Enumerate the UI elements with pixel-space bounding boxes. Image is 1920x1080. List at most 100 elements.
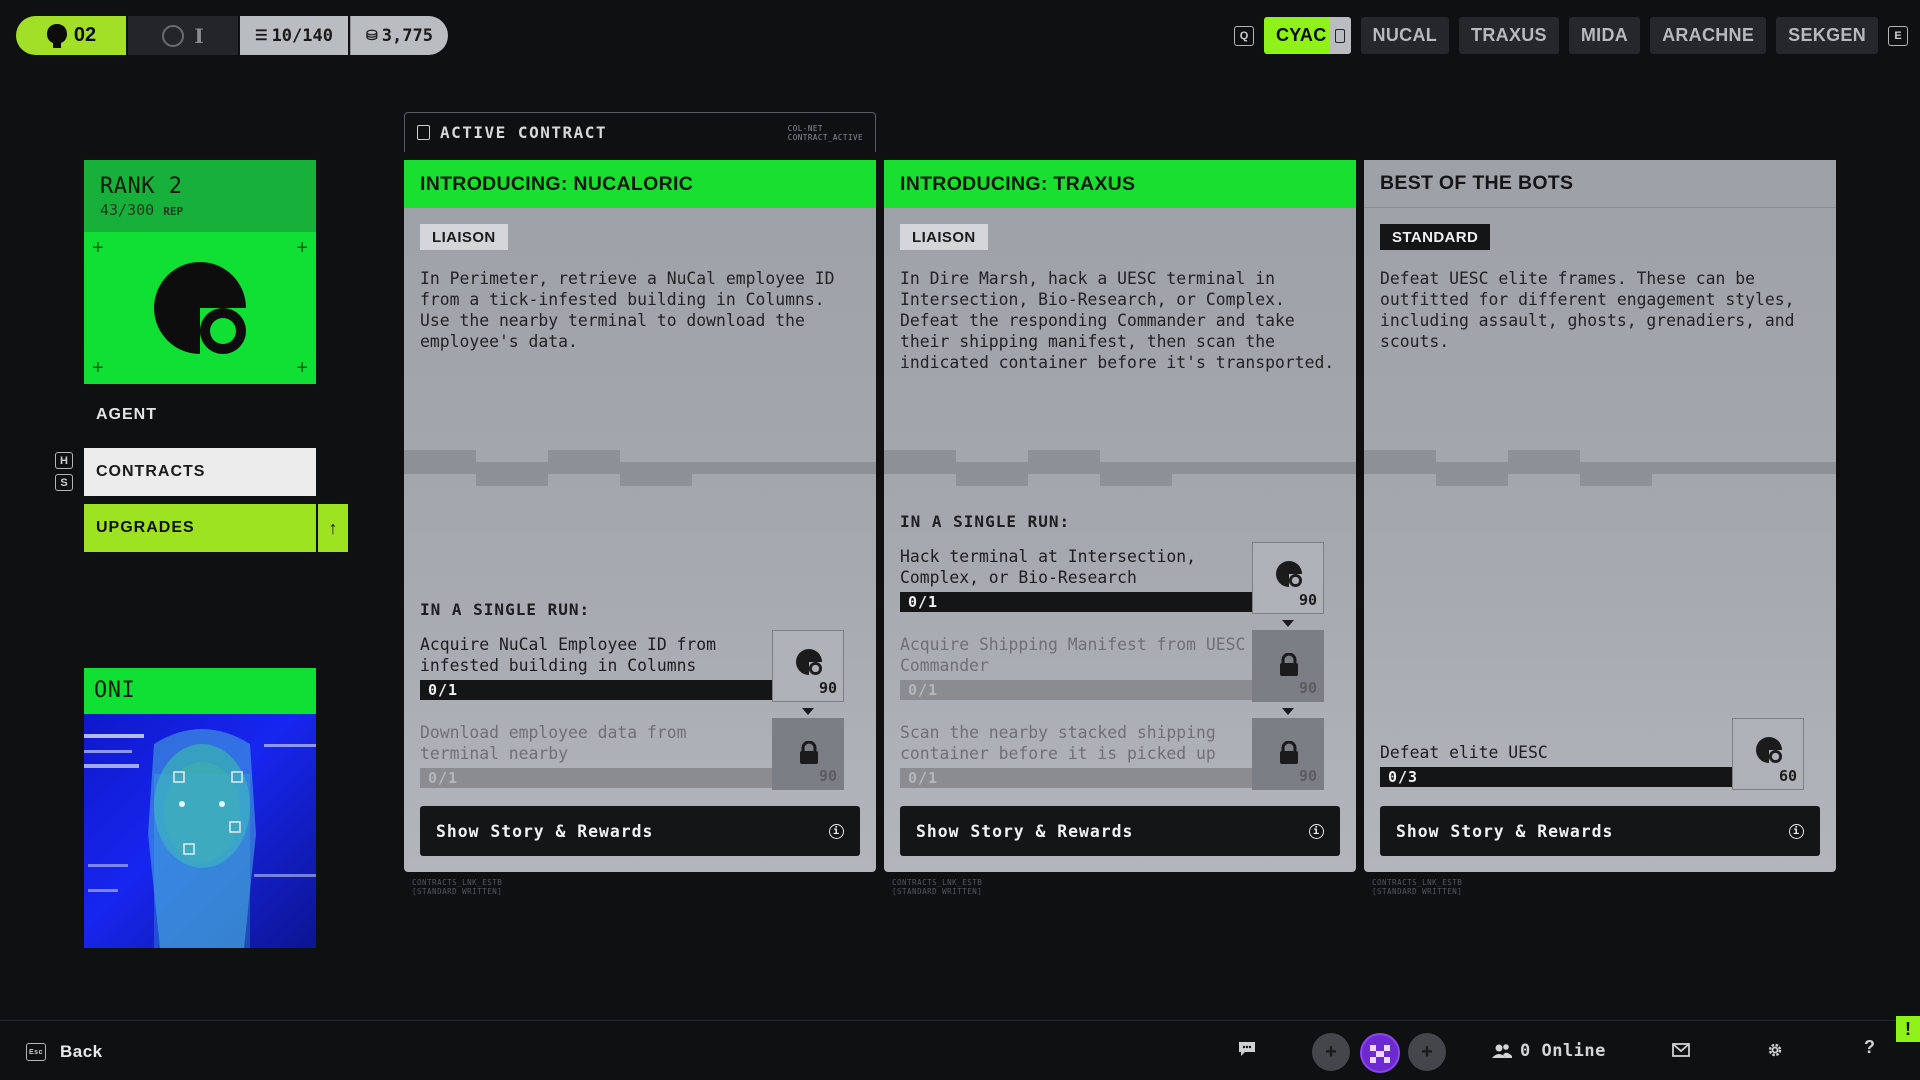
add-party-slot-button[interactable]: +: [1408, 1033, 1446, 1071]
divider-stripe: [1364, 450, 1836, 486]
contract-description: Defeat UESC elite frames. These can be o…: [1380, 269, 1795, 351]
show-story-rewards-button[interactable]: Show Story & Rewards i: [1380, 806, 1820, 856]
objective-text: Scan the nearby stacked shipping contain…: [900, 723, 1216, 763]
active-contract-tab[interactable]: ACTIVE CONTRACT COL-NET CONTRACT_ACTIVE: [404, 112, 876, 152]
faction-rep-icon: [1276, 561, 1302, 587]
empty-slot-icon: [162, 24, 185, 47]
faction-detail-icon[interactable]: [1328, 17, 1351, 54]
faction-tab-cyac[interactable]: CYAC: [1263, 17, 1339, 54]
next-faction-key[interactable]: E: [1888, 25, 1908, 46]
level-value: 02: [73, 24, 97, 46]
top-status-bar: 02 I ☰ 10/140 ⛁ 3,775: [16, 16, 448, 55]
faction-rep-icon: [1756, 737, 1782, 763]
help-icon[interactable]: ?: [1864, 1037, 1875, 1058]
agent-portrait-art: [84, 729, 316, 948]
reward-value: 90: [818, 767, 837, 785]
reward-value: 90: [818, 679, 837, 697]
inventory-pill[interactable]: ☰ 10/140: [240, 16, 348, 55]
footer-line-2: [STANDARD WRITTEN]: [412, 887, 503, 896]
contract-icon: [417, 125, 430, 140]
player-avatar[interactable]: [1360, 1033, 1400, 1073]
upgrades-arrow-icon[interactable]: ↑: [316, 504, 348, 552]
nav-contracts[interactable]: CONTRACTS: [84, 448, 316, 496]
esc-key: Esc: [26, 1043, 46, 1061]
currency-pill[interactable]: ⛁ 3,775: [350, 16, 448, 55]
corner-plus-icon: +: [92, 357, 104, 379]
faction-tab-arachne[interactable]: ARACHNE: [1650, 17, 1767, 54]
section-label: IN A SINGLE RUN:: [900, 512, 1071, 531]
reward-tile-locked[interactable]: 90: [772, 718, 844, 790]
reward-value: 90: [1298, 767, 1317, 785]
lock-icon: [1280, 653, 1298, 676]
faction-tab-traxus[interactable]: TRAXUS: [1459, 17, 1559, 54]
info-icon: i: [1789, 824, 1804, 839]
slot-label: I: [194, 23, 204, 48]
contract-card-best-of-the-bots[interactable]: BEST OF THE BOTS STANDARD Defeat UESC el…: [1364, 160, 1836, 872]
objective-progress: 0/1: [900, 680, 1252, 700]
objective-progress: 0/1: [900, 592, 1252, 612]
card-footer: CONTRACTS_LNK_ESTB [STANDARD WRITTEN]: [1372, 878, 1462, 896]
chat-icon[interactable]: [1238, 1041, 1256, 1057]
friends-icon: [1492, 1044, 1512, 1058]
nav-agent[interactable]: AGENT: [96, 406, 157, 424]
footer-line-2: [STANDARD WRITTEN]: [892, 887, 983, 896]
faction-tab-sekgen[interactable]: SEKGEN: [1776, 17, 1878, 54]
agent-card-oni[interactable]: ONI: [84, 668, 316, 948]
active-contract-label: ACTIVE CONTRACT: [440, 123, 607, 142]
corner-plus-icon: +: [296, 237, 308, 259]
show-story-rewards-button[interactable]: Show Story & Rewards i: [420, 806, 860, 856]
contract-card-traxus[interactable]: INTRODUCING: TRAXUS LIAISON In Dire Mars…: [884, 160, 1356, 872]
reward-tile-locked[interactable]: 90: [1252, 718, 1324, 790]
reward-tile[interactable]: 60: [1732, 718, 1804, 790]
footer-line-1: CONTRACTS_LNK_ESTB: [1372, 878, 1463, 887]
active-contract-meta: COL-NET CONTRACT_ACTIVE: [788, 124, 863, 142]
button-label: Show Story & Rewards: [916, 821, 1134, 841]
inventory-icon: ☰: [255, 27, 268, 44]
plus-icon: +: [1421, 1040, 1433, 1063]
info-icon: i: [829, 824, 844, 839]
online-count: 0 Online: [1520, 1041, 1606, 1061]
agent-head-icon: [46, 23, 67, 48]
faction-tab-nucal[interactable]: NUCAL: [1360, 17, 1450, 54]
prev-faction-key[interactable]: Q: [1233, 25, 1254, 46]
hotkey-h: H: [55, 452, 73, 469]
loadout-slot-pill[interactable]: I: [128, 16, 238, 55]
reward-tile[interactable]: 90: [772, 630, 844, 702]
meta-line-2: CONTRACT_ACTIVE: [787, 132, 863, 142]
card-footer: CONTRACTS_LNK_ESTB [STANDARD WRITTEN]: [892, 878, 982, 896]
faction-tab-mida[interactable]: MIDA: [1568, 17, 1641, 54]
footer-line-1: CONTRACTS_LNK_ESTB: [412, 878, 503, 887]
nav-upgrades[interactable]: UPGRADES: [84, 504, 316, 552]
reward-tile[interactable]: 90: [1252, 542, 1324, 614]
reward-tile-locked[interactable]: 90: [1252, 630, 1324, 702]
gear-icon[interactable]: [1766, 1041, 1784, 1059]
section-label: IN A SINGLE RUN:: [420, 600, 591, 619]
mail-icon[interactable]: [1672, 1043, 1690, 1057]
hotkey-s: S: [55, 474, 73, 491]
contract-badge: LIAISON: [420, 224, 508, 250]
online-friends[interactable]: 0 Online: [1492, 1041, 1606, 1061]
contract-card-nucaloric[interactable]: INTRODUCING: NUCALORIC LIAISON In Perime…: [404, 160, 876, 872]
level-pill[interactable]: 02: [16, 16, 126, 55]
show-story-rewards-button[interactable]: Show Story & Rewards i: [900, 806, 1340, 856]
reward-value: 90: [1298, 679, 1317, 697]
credits-icon: ⛁: [366, 27, 378, 44]
contract-title: BEST OF THE BOTS: [1364, 160, 1836, 208]
rank-rep-unit: REP: [163, 205, 184, 218]
footer-line-2: [STANDARD WRITTEN]: [1372, 887, 1463, 896]
objective-text: Acquire NuCal Employee ID from infested …: [420, 635, 717, 675]
rank-card[interactable]: RANK 2 43/300 REP + + + +: [84, 160, 316, 384]
chevron-down-icon: [1282, 708, 1294, 715]
cyac-logo-icon: [154, 262, 246, 354]
back-label: Back: [60, 1042, 103, 1061]
faction-logo-area: + + + +: [84, 232, 316, 384]
back-button[interactable]: Esc Back: [26, 1042, 103, 1062]
alert-icon[interactable]: !: [1896, 1016, 1920, 1042]
rank-header: RANK 2 43/300 REP: [84, 160, 316, 232]
inventory-count: 10/140: [271, 25, 333, 46]
add-party-slot-button[interactable]: +: [1312, 1033, 1350, 1071]
agent-name: ONI: [84, 668, 316, 714]
contract-description: In Perimeter, retrieve a NuCal employee …: [420, 269, 835, 351]
objective-text: Acquire Shipping Manifest from UESC Comm…: [900, 635, 1246, 675]
footer-line-1: CONTRACTS_LNK_ESTB: [892, 878, 983, 887]
